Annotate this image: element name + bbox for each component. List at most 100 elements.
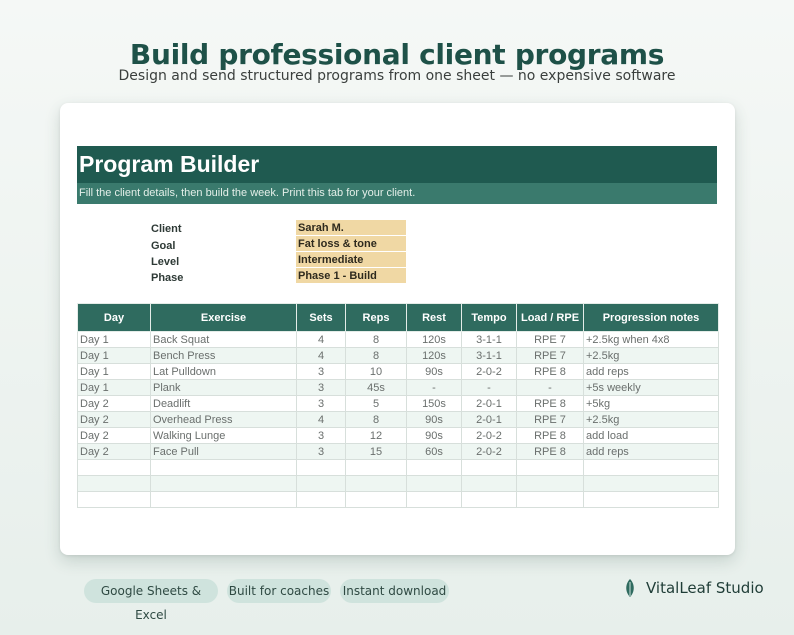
table-row: Day 2 Overhead Press 4 8 90s 2-0-1 RPE 7 +2.5kg <box>77 411 719 428</box>
cell-day[interactable]: Day 1 <box>77 347 151 364</box>
cell-exercise[interactable]: Plank <box>150 379 297 396</box>
goal-value[interactable]: Fat loss & tone <box>296 236 406 252</box>
cell-day[interactable] <box>77 475 151 492</box>
cell-day[interactable]: Day 2 <box>77 443 151 460</box>
table-header-row: Day Exercise Sets Reps Rest Tempo Load /… <box>77 303 719 332</box>
cell-reps[interactable]: 45s <box>345 379 407 396</box>
cell-reps[interactable]: 8 <box>345 347 407 364</box>
cell-rest[interactable]: 150s <box>406 395 462 412</box>
cell-tempo[interactable]: 2-0-2 <box>461 427 517 444</box>
sheet-title: Program Builder <box>77 146 717 183</box>
cell-sets[interactable]: 4 <box>296 331 346 348</box>
cell-progression[interactable] <box>583 459 719 476</box>
cell-tempo[interactable]: 2-0-1 <box>461 395 517 412</box>
cell-day[interactable]: Day 1 <box>77 379 151 396</box>
cell-load-rpe[interactable] <box>516 491 584 508</box>
cell-progression[interactable]: add reps <box>583 363 719 380</box>
level-value[interactable]: Intermediate <box>296 252 406 268</box>
cell-sets[interactable]: 3 <box>296 427 346 444</box>
cell-load-rpe[interactable]: RPE 7 <box>516 347 584 364</box>
cell-sets[interactable] <box>296 491 346 508</box>
brand: VitalLeaf Studio <box>624 578 764 598</box>
cell-day[interactable] <box>77 491 151 508</box>
cell-sets[interactable]: 3 <box>296 363 346 380</box>
cell-load-rpe[interactable]: RPE 8 <box>516 363 584 380</box>
sheet-subtitle: Fill the client details, then build the … <box>77 183 717 204</box>
cell-reps[interactable] <box>345 491 407 508</box>
cell-rest[interactable]: - <box>406 379 462 396</box>
cell-day[interactable]: Day 2 <box>77 395 151 412</box>
cell-sets[interactable] <box>296 475 346 492</box>
cell-load-rpe[interactable]: RPE 7 <box>516 331 584 348</box>
cell-tempo[interactable] <box>461 491 517 508</box>
cell-reps[interactable]: 10 <box>345 363 407 380</box>
cell-exercise[interactable] <box>150 475 297 492</box>
cell-reps[interactable]: 15 <box>345 443 407 460</box>
cell-exercise[interactable]: Back Squat <box>150 331 297 348</box>
cell-exercise[interactable] <box>150 459 297 476</box>
cell-load-rpe[interactable]: - <box>516 379 584 396</box>
cell-tempo[interactable]: 3-1-1 <box>461 347 517 364</box>
cell-sets[interactable]: 4 <box>296 347 346 364</box>
cell-progression[interactable] <box>583 491 719 508</box>
cell-tempo[interactable]: - <box>461 379 517 396</box>
cell-reps[interactable]: 5 <box>345 395 407 412</box>
cell-reps[interactable]: 8 <box>345 411 407 428</box>
cell-load-rpe[interactable] <box>516 459 584 476</box>
cell-rest[interactable]: 120s <box>406 347 462 364</box>
cell-sets[interactable]: 4 <box>296 411 346 428</box>
cell-tempo[interactable]: 2-0-2 <box>461 443 517 460</box>
cell-day[interactable]: Day 2 <box>77 411 151 428</box>
cell-exercise[interactable] <box>150 491 297 508</box>
cell-load-rpe[interactable]: RPE 8 <box>516 427 584 444</box>
cell-exercise[interactable]: Overhead Press <box>150 411 297 428</box>
cell-progression[interactable]: +5s weekly <box>583 379 719 396</box>
cell-rest[interactable]: 90s <box>406 411 462 428</box>
cell-reps[interactable]: 8 <box>345 331 407 348</box>
cell-load-rpe[interactable]: RPE 8 <box>516 443 584 460</box>
cell-day[interactable]: Day 1 <box>77 363 151 380</box>
cell-exercise[interactable]: Bench Press <box>150 347 297 364</box>
cell-day[interactable]: Day 1 <box>77 331 151 348</box>
cell-exercise[interactable]: Walking Lunge <box>150 427 297 444</box>
cell-load-rpe[interactable]: RPE 8 <box>516 395 584 412</box>
cell-progression[interactable]: add load <box>583 427 719 444</box>
cell-sets[interactable]: 3 <box>296 443 346 460</box>
cell-load-rpe[interactable]: RPE 7 <box>516 411 584 428</box>
cell-reps[interactable] <box>345 459 407 476</box>
cell-tempo[interactable]: 2-0-1 <box>461 411 517 428</box>
cell-rest[interactable]: 60s <box>406 443 462 460</box>
cell-day[interactable] <box>77 459 151 476</box>
cell-rest[interactable] <box>406 459 462 476</box>
cell-exercise[interactable]: Face Pull <box>150 443 297 460</box>
cell-progression[interactable]: +2.5kg <box>583 411 719 428</box>
cell-exercise[interactable]: Deadlift <box>150 395 297 412</box>
cell-sets[interactable]: 3 <box>296 379 346 396</box>
cell-tempo[interactable] <box>461 459 517 476</box>
cell-sets[interactable]: 3 <box>296 395 346 412</box>
cell-exercise[interactable]: Lat Pulldown <box>150 363 297 380</box>
cell-day[interactable]: Day 2 <box>77 427 151 444</box>
cell-progression[interactable]: +2.5kg <box>583 347 719 364</box>
cell-reps[interactable]: 12 <box>345 427 407 444</box>
cell-load-rpe[interactable] <box>516 475 584 492</box>
cell-progression[interactable]: +5kg <box>583 395 719 412</box>
cell-reps[interactable] <box>345 475 407 492</box>
cell-rest[interactable] <box>406 475 462 492</box>
brand-name: VitalLeaf Studio <box>646 579 764 597</box>
cell-progression[interactable]: +2.5kg when 4x8 <box>583 331 719 348</box>
cell-rest[interactable]: 90s <box>406 427 462 444</box>
cell-sets[interactable] <box>296 459 346 476</box>
cell-progression[interactable]: add reps <box>583 443 719 460</box>
phase-value[interactable]: Phase 1 - Build <box>296 268 406 284</box>
cell-rest[interactable] <box>406 491 462 508</box>
cell-rest[interactable]: 90s <box>406 363 462 380</box>
cell-rest[interactable]: 120s <box>406 331 462 348</box>
client-value[interactable]: Sarah M. <box>296 220 406 236</box>
header-sets: Sets <box>296 303 346 332</box>
cell-progression[interactable] <box>583 475 719 492</box>
cell-tempo[interactable]: 2-0-2 <box>461 363 517 380</box>
cell-tempo[interactable]: 3-1-1 <box>461 331 517 348</box>
cell-tempo[interactable] <box>461 475 517 492</box>
header-load-rpe: Load / RPE <box>516 303 584 332</box>
